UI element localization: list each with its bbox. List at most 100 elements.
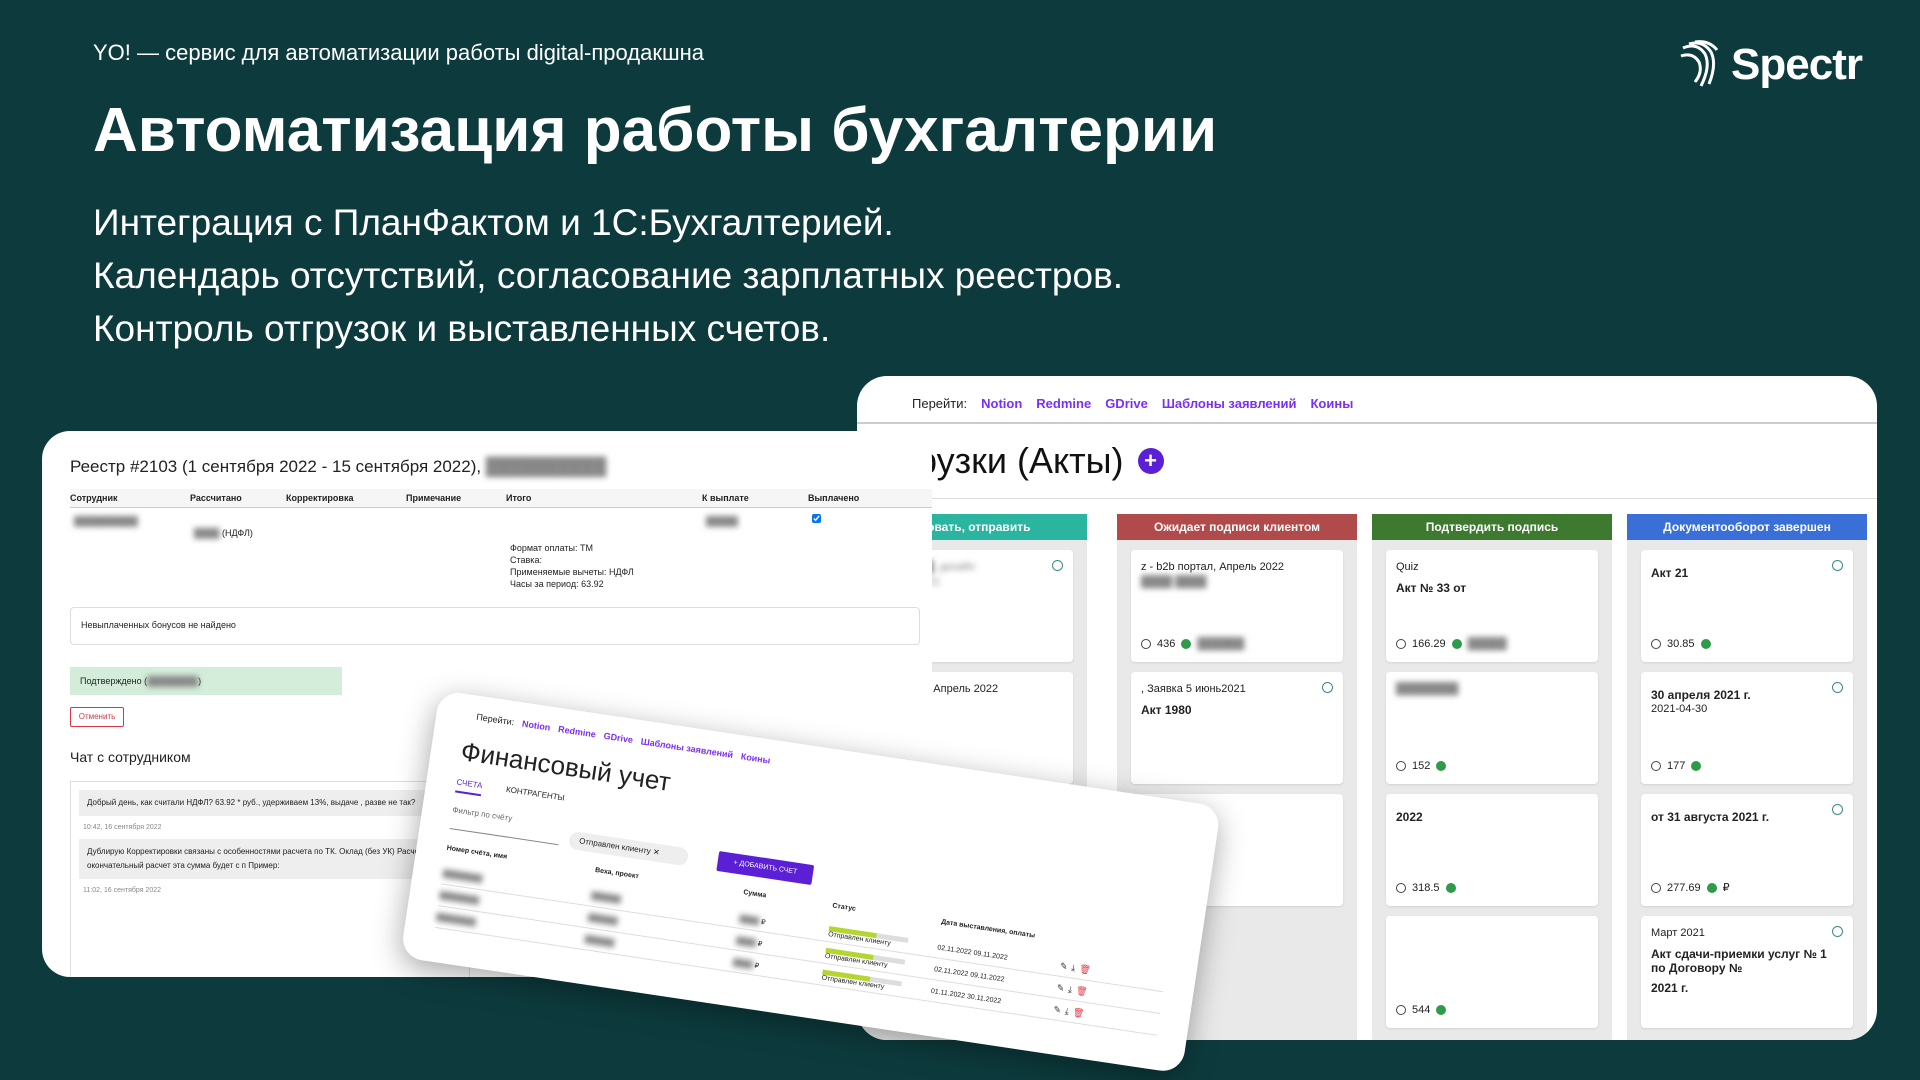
detail-line: Формат оплаты: ТМ [510,543,593,553]
clock-icon [1141,639,1151,649]
detail-line: Часы за период: 63.92 [510,579,604,589]
page-title-text: рузки (Акты) [917,440,1124,481]
nav-link-redmine[interactable]: Redmine [1036,396,1091,411]
filter-input[interactable]: Фильтр по счёту [449,805,562,846]
column-header: Подтвердить подпись [1372,514,1612,540]
table-row: ██████████ ████ (НДФЛ) Формат оплаты: ТМ… [70,508,932,598]
column-header: Выплачено [808,493,860,503]
card-time: 30.85 [1667,638,1695,650]
edit-icon[interactable]: ✎ [1053,1004,1062,1016]
chat-message: Дублирую Корректировки связаны с особенн… [79,839,461,879]
card-act: Акт 21 [1651,566,1689,580]
kanban-nav: Перейти: Notion Redmine GDrive Шаблоны з… [912,396,1353,411]
coin-icon [1691,761,1702,771]
kanban-column: Подтвердить подпись Quiz Акт № 33 от 166… [1372,514,1612,1040]
delete-icon[interactable]: 🗑 [1072,1007,1085,1020]
delete-icon[interactable]: 🗑 [1078,964,1092,977]
kanban-card[interactable]: 544 [1386,916,1598,1028]
edit-icon[interactable]: ✎ [1059,961,1068,973]
kanban-card[interactable]: Март 2021 Акт сдачи-приемки услуг № 1 по… [1641,916,1853,1028]
nav-link-notion[interactable]: Notion [521,719,551,733]
nav-link-redmine[interactable]: Redmine [557,724,596,740]
card-time: 152 [1412,760,1431,772]
card-meta: 436 ██████ [1141,638,1244,650]
clock-icon [1396,761,1406,771]
kanban-card[interactable]: 2022 318.5 [1386,794,1598,906]
coin-icon [1706,882,1717,893]
cancel-button[interactable]: Отменить [70,707,124,727]
clock-icon [1651,639,1661,649]
nav-link-templates[interactable]: Шаблоны заявлений [1162,396,1297,411]
redacted-name: ██████████ [485,457,607,476]
nav-link-gdrive[interactable]: GDrive [1105,396,1148,411]
divider [857,422,1877,424]
clock-icon [1651,882,1661,893]
card-meta: 318.5 [1396,882,1456,894]
coin-icon [1181,639,1192,649]
card-act: 30 апреля 2021 г. [1651,688,1751,702]
download-icon[interactable]: ⤓ [1071,962,1076,973]
register-title: Реестр #2103 (1 сентября 2022 - 15 сентя… [70,457,606,477]
nav-prefix: Перейти: [912,396,968,411]
column-header: Ожидает подписи клиентом [1117,514,1357,540]
detail-line: Ставка: [510,555,542,565]
card-title: ████████ [1396,683,1459,695]
filter-chip[interactable]: Отправлен клиенту ✕ [567,830,690,867]
nav-link-coins[interactable]: Коины [740,751,771,765]
table-row[interactable]: ████████ ██████ ████ ₽ Отправлен клиенту… [438,886,1163,1014]
download-icon[interactable]: ⤓ [1067,984,1072,995]
card-act: Акт сдачи-приемки услуг № 1 по Договору … [1651,947,1827,975]
spectr-logo-icon [1680,40,1719,87]
bonus-note: Невыплаченных бонусов не найдено [70,607,920,645]
nav-prefix: Перейти: [475,711,515,728]
add-button[interactable]: + [1137,448,1164,474]
kanban-card[interactable]: от 31 августа 2021 г. 277.69 ₽ [1641,794,1853,906]
chat-message: Добрый день, как считали НДФЛ? 63.92 * р… [79,790,461,816]
kanban-card[interactable]: Quiz Акт № 33 от 166.29 █████ [1386,550,1598,662]
tab-invoices[interactable]: СЧЕТА [455,777,484,797]
kanban-column: Документооборот завершен Акт 21 30.85 30… [1627,514,1867,1040]
kanban-card[interactable]: , Заявка 5 июнь2021 Акт 1980 [1131,672,1343,784]
coin-icon [1451,639,1462,649]
paid-checkbox[interactable] [812,514,821,523]
card-time: 436 [1157,638,1176,650]
subtitle-line: Календарь отсутствий, согласование зарпл… [93,255,1124,296]
card-act: Акт 1980 [1141,703,1192,717]
check-icon [1832,926,1843,937]
nav-link-templates[interactable]: Шаблоны заявлений [640,736,734,760]
card-time: 318.5 [1412,882,1440,894]
message-time: 11:02, 16 сентября 2022 [83,887,162,894]
clock-icon [1651,761,1661,771]
payout-value: █████ [706,516,738,526]
tab-contractors[interactable]: КОНТРАГЕНТЫ [505,785,566,809]
kanban-card[interactable]: Акт 21 30.85 [1641,550,1853,662]
card-meta: 544 [1396,1004,1447,1016]
card-time: 544 [1412,1004,1431,1016]
table-header: Сотрудник Рассчитано Корректировка Приме… [70,489,932,508]
card-title: z - b2b портал, Апрель 2022 [1141,561,1285,573]
card-act-date: 2021 г. [1651,981,1689,995]
nav-link-gdrive[interactable]: GDrive [603,731,634,745]
nav-link-notion[interactable]: Notion [981,396,1022,411]
subtitle-line: Интеграция с ПланФактом и 1С:Бухгалтерие… [93,202,894,243]
add-invoice-button[interactable]: + ДОБАВИТЬ СЧЕТ [716,851,815,886]
nav-link-coins[interactable]: Коины [1311,396,1354,411]
kanban-card[interactable]: ████████ 152 [1386,672,1598,784]
kanban-card[interactable]: z - b2b портал, Апрель 2022 ████ ████ 43… [1131,550,1343,662]
column-header: Примечание [406,493,462,503]
register-title-text: Реестр #2103 (1 сентября 2022 - 15 сентя… [70,457,482,476]
delete-icon[interactable]: 🗑 [1075,985,1088,998]
tabs: СЧЕТА КОНТРАГЕНТЫ [455,777,566,809]
calc-note: ████ (НДФЛ) [194,528,253,538]
edit-icon[interactable]: ✎ [1056,982,1065,994]
download-icon[interactable]: ⤓ [1064,1006,1069,1017]
card-meta: 277.69 ₽ [1651,881,1730,894]
coin-icon [1436,1005,1447,1015]
card-time: 177 [1667,760,1686,772]
card-meta: 166.29 █████ [1396,638,1507,650]
card-title: , Заявка 5 июнь2021 [1141,683,1246,695]
column-header: Сумма [742,889,767,900]
column-header: Документооборот завершен [1627,514,1867,540]
kanban-card[interactable]: 30 апреля 2021 г. 2021-04-30 177 [1641,672,1853,784]
clock-icon [1396,639,1406,649]
